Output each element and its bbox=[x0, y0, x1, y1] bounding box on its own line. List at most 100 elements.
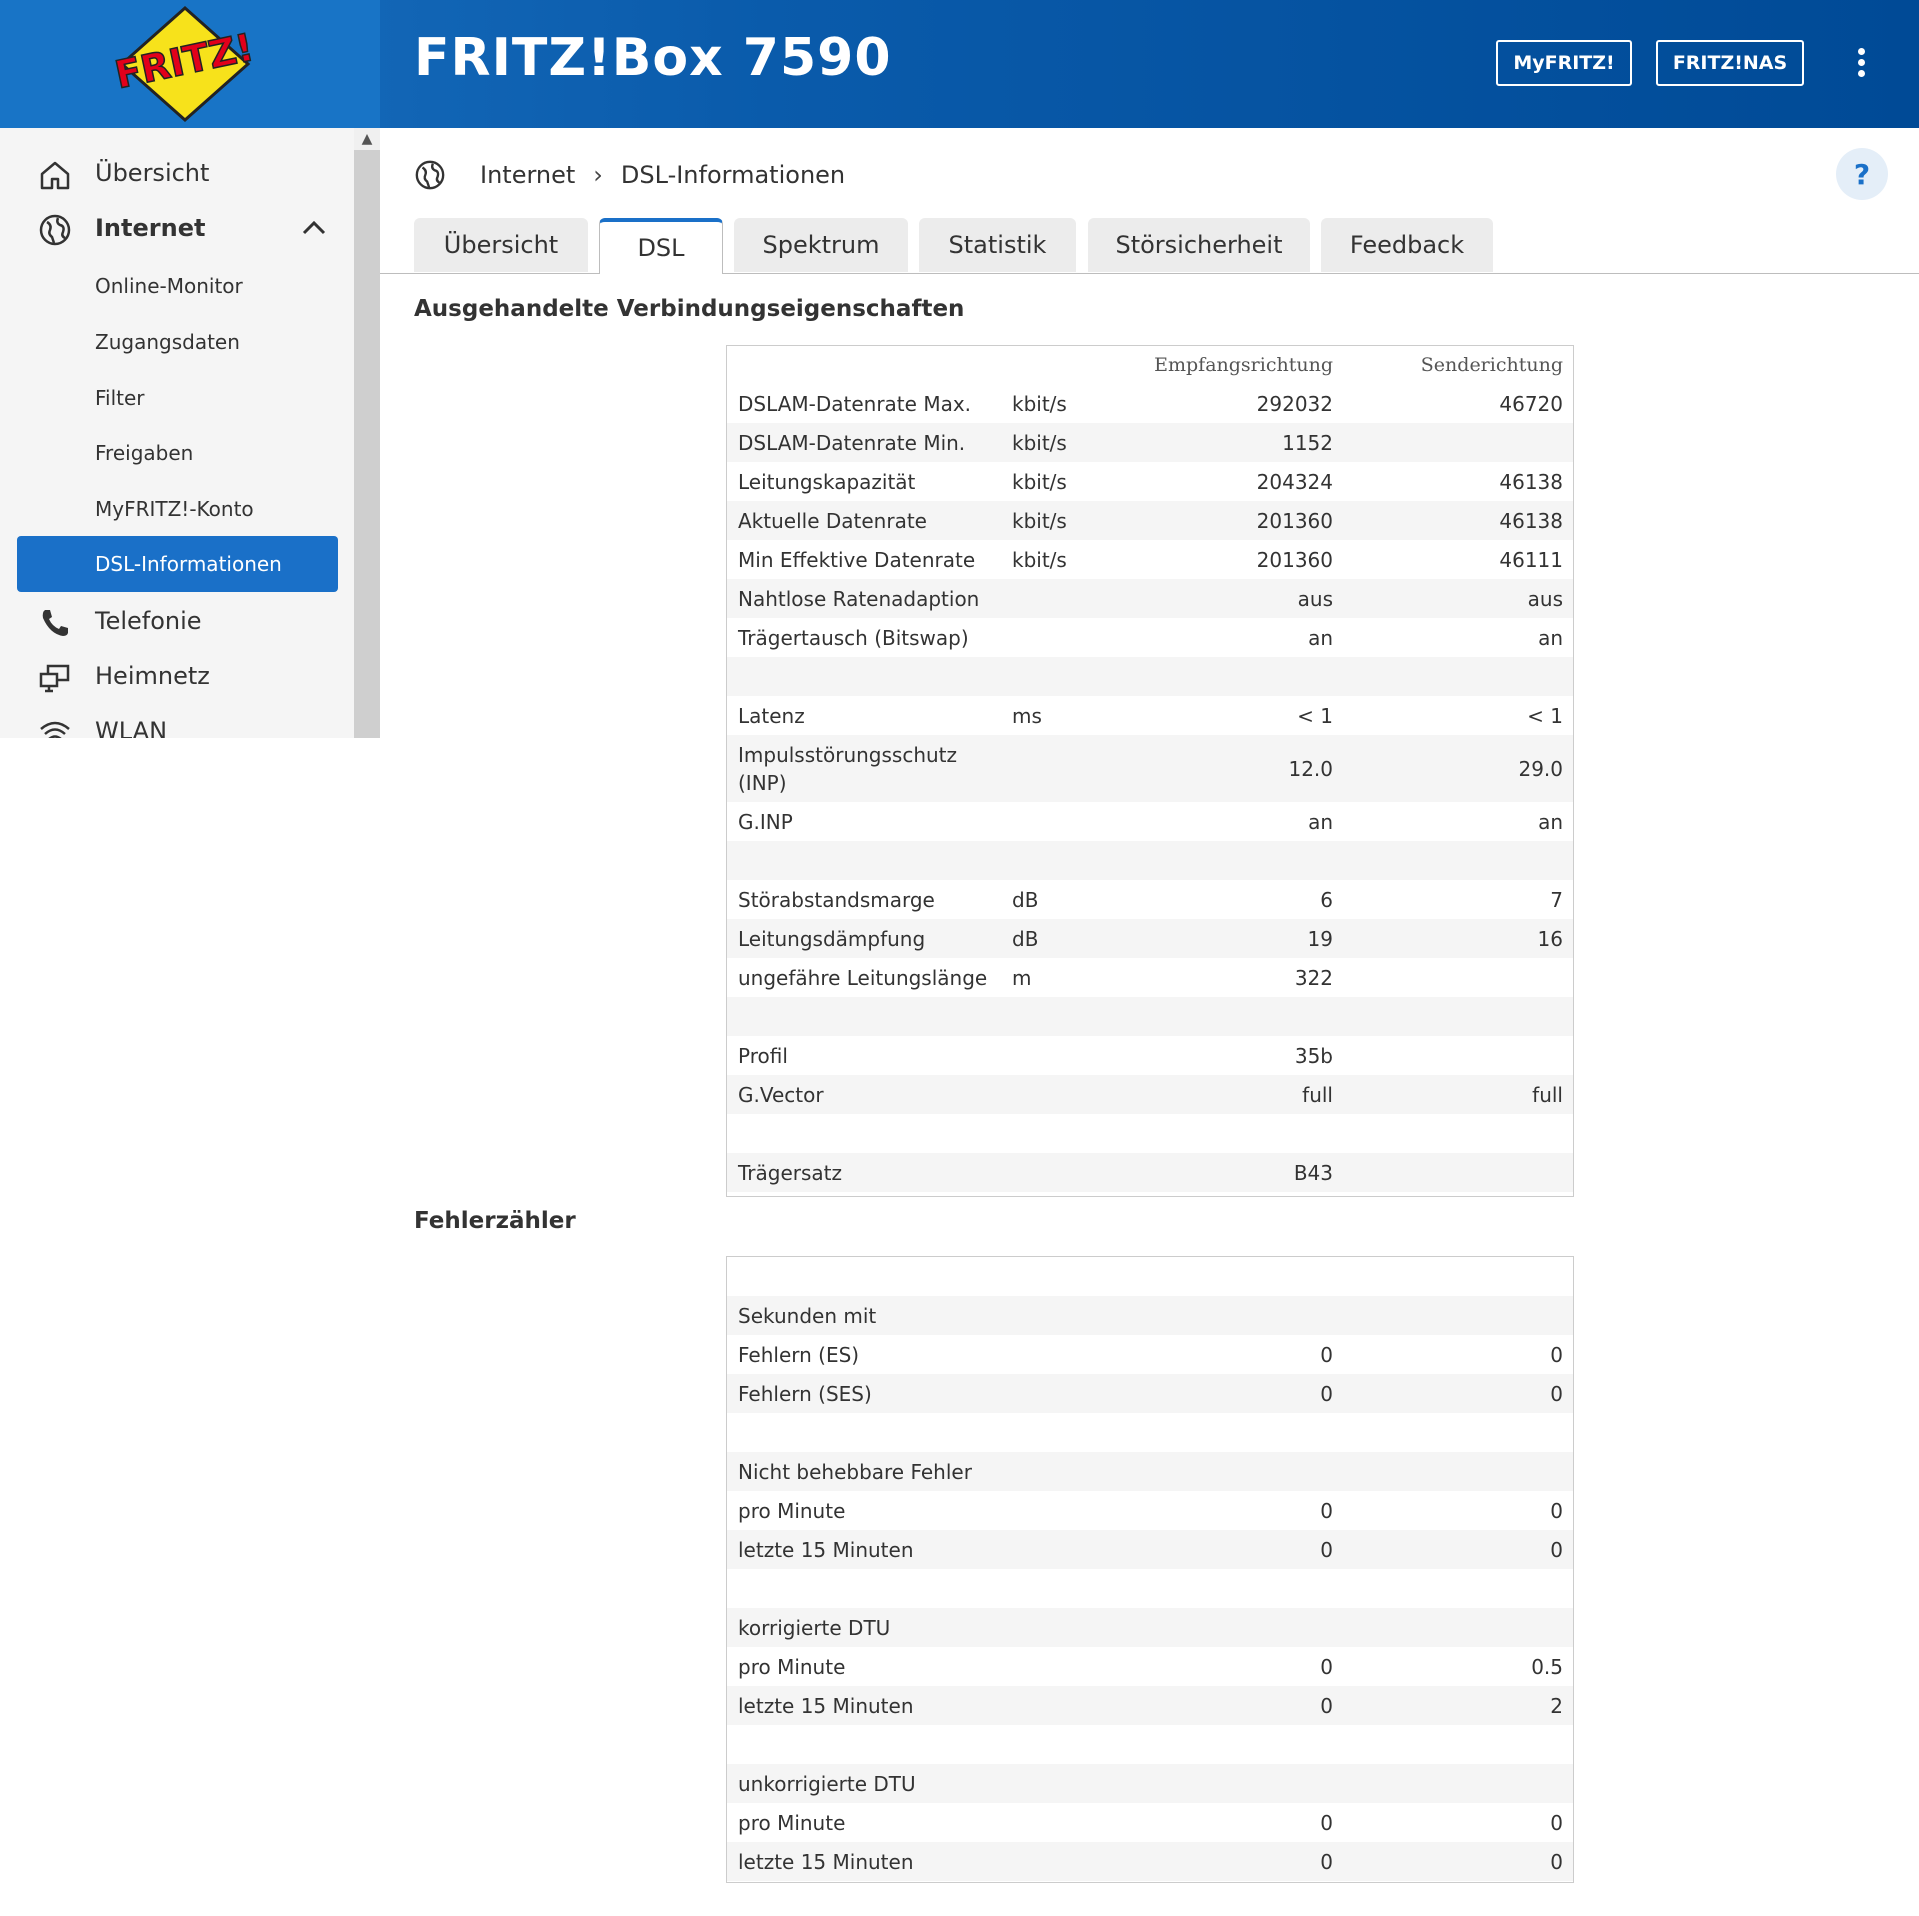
row-label: Nicht behebbare Fehler bbox=[738, 1459, 972, 1484]
tab-dsl[interactable]: DSL bbox=[599, 218, 723, 274]
row-label: Impulsstörungsschutz (INP) bbox=[738, 742, 958, 795]
wifi-icon bbox=[40, 721, 70, 738]
row-label: Leitungsdämpfung bbox=[738, 926, 926, 951]
table-row: Sekunden mit bbox=[727, 1296, 1573, 1335]
tab-uebersicht[interactable]: Übersicht bbox=[414, 218, 588, 272]
sidebar-item-freigaben[interactable]: Freigaben bbox=[17, 425, 338, 481]
sidebar-scrollbar[interactable]: ▲ bbox=[354, 128, 380, 738]
tab-spektrum[interactable]: Spektrum bbox=[734, 218, 908, 272]
row-value-tx: 0 bbox=[1550, 1849, 1563, 1874]
table-row bbox=[727, 841, 1573, 880]
row-label: G.INP bbox=[738, 809, 793, 834]
table-row: korrigierte DTU bbox=[727, 1608, 1573, 1647]
sidebar-item-label: Internet bbox=[95, 214, 206, 242]
row-value-tx: 46111 bbox=[1499, 547, 1563, 572]
table-row bbox=[727, 1413, 1573, 1452]
tab-statistik[interactable]: Statistik bbox=[919, 218, 1076, 272]
row-value-rx: 292032 bbox=[1256, 391, 1333, 416]
sidebar-item-telefonie[interactable]: Telefonie bbox=[0, 594, 340, 648]
breadcrumb-current: DSL-Informationen bbox=[620, 161, 846, 189]
myfritz-button[interactable]: MyFRITZ! bbox=[1496, 40, 1632, 86]
sidebar-item-wlan[interactable]: WLAN bbox=[0, 704, 340, 738]
table-row: G.Vector full full bbox=[727, 1075, 1573, 1114]
sidebar-item-label: Übersicht bbox=[95, 159, 210, 187]
row-label: korrigierte DTU bbox=[738, 1615, 891, 1640]
row-label: Leitungskapazität bbox=[738, 469, 916, 494]
help-button[interactable]: ? bbox=[1836, 148, 1888, 200]
network-icon bbox=[39, 664, 70, 693]
table-row: letzte 15 Minuten 0 0 bbox=[727, 1842, 1573, 1881]
row-value-tx: 29.0 bbox=[1518, 756, 1563, 781]
fritz-logo[interactable]: FRITZ! bbox=[110, 4, 260, 124]
row-value-tx: an bbox=[1538, 809, 1563, 834]
row-label: pro Minute bbox=[738, 1810, 846, 1835]
row-value-tx: 0.5 bbox=[1531, 1654, 1563, 1679]
row-label: Nahtlose Ratenadaption bbox=[738, 586, 980, 611]
logo-area: FRITZ! bbox=[0, 0, 380, 128]
row-label: Fehlern (SES) bbox=[738, 1381, 872, 1406]
sidebar-item-filter[interactable]: Filter bbox=[17, 370, 338, 426]
row-value-tx: an bbox=[1538, 625, 1563, 650]
table-header: Empfangsrichtung Senderichtung bbox=[727, 346, 1573, 384]
table-row: Fehlern (ES) 0 0 bbox=[727, 1335, 1573, 1374]
breadcrumb-root[interactable]: Internet bbox=[480, 161, 575, 189]
table-row: Trägersatz B43 bbox=[727, 1153, 1573, 1192]
breadcrumb: Internet › DSL-Informationen bbox=[414, 155, 845, 195]
row-value-rx: 322 bbox=[1294, 965, 1333, 990]
sidebar-item-label: Heimnetz bbox=[95, 662, 210, 690]
table-row bbox=[727, 1725, 1573, 1764]
kebab-menu-icon[interactable] bbox=[1848, 48, 1874, 78]
phone-icon bbox=[42, 610, 68, 636]
row-label: pro Minute bbox=[738, 1654, 846, 1679]
section-title-errors: Fehlerzähler bbox=[414, 1208, 576, 1234]
table-row: Leitungsdämpfung dB 19 16 bbox=[727, 919, 1573, 958]
sidebar-item-myfritz-konto[interactable]: MyFRITZ!-Konto bbox=[17, 481, 338, 537]
tab-stoersicherheit[interactable]: Störsicherheit bbox=[1088, 218, 1310, 272]
table-row: DSLAM-Datenrate Min. kbit/s 1152 bbox=[727, 423, 1573, 462]
column-header-rx: Empfangsrichtung bbox=[1154, 354, 1333, 376]
sidebar-item-heimnetz[interactable]: Heimnetz bbox=[0, 649, 340, 703]
row-unit: ms bbox=[1012, 703, 1042, 728]
row-label: Störabstandsmarge bbox=[738, 887, 935, 912]
table-row bbox=[727, 1257, 1573, 1296]
row-label: DSLAM-Datenrate Max. bbox=[738, 391, 972, 416]
sidebar-item-internet[interactable]: Internet bbox=[0, 201, 340, 255]
row-value-rx: 0 bbox=[1320, 1537, 1333, 1562]
row-unit: kbit/s bbox=[1012, 469, 1067, 494]
row-value-rx: aus bbox=[1297, 586, 1333, 611]
row-label: letzte 15 Minuten bbox=[738, 1537, 914, 1562]
sidebar-item-uebersicht[interactable]: Übersicht bbox=[0, 146, 340, 200]
row-value-tx: 16 bbox=[1537, 926, 1563, 951]
row-value-tx: 0 bbox=[1550, 1381, 1563, 1406]
row-label: DSLAM-Datenrate Min. bbox=[738, 430, 966, 455]
row-label: unkorrigierte DTU bbox=[738, 1771, 916, 1796]
sidebar-item-online-monitor[interactable]: Online-Monitor bbox=[17, 258, 338, 314]
table-row: Nahtlose Ratenadaption aus aus bbox=[727, 579, 1573, 618]
globe-icon bbox=[415, 160, 445, 190]
row-value-tx: 0 bbox=[1550, 1810, 1563, 1835]
sidebar-item-dsl-informationen[interactable]: DSL-Informationen bbox=[17, 536, 338, 592]
row-unit: kbit/s bbox=[1012, 508, 1067, 533]
row-value-tx: 7 bbox=[1550, 887, 1563, 912]
globe-icon bbox=[39, 214, 71, 246]
tab-feedback[interactable]: Feedback bbox=[1321, 218, 1493, 272]
row-value-rx: 0 bbox=[1320, 1498, 1333, 1523]
row-value-rx: 35b bbox=[1294, 1043, 1333, 1068]
sidebar-item-zugangsdaten[interactable]: Zugangsdaten bbox=[17, 314, 338, 370]
top-header: FRITZ! FRITZ!Box 7590 MyFRITZ! FRITZ!NAS bbox=[0, 0, 1919, 128]
table-row bbox=[727, 997, 1573, 1036]
row-value-rx: 19 bbox=[1307, 926, 1333, 951]
row-value-rx: an bbox=[1308, 625, 1333, 650]
table-row: unkorrigierte DTU bbox=[727, 1764, 1573, 1803]
table-row bbox=[727, 1569, 1573, 1608]
chevron-up-icon[interactable] bbox=[302, 219, 326, 235]
fritznas-button[interactable]: FRITZ!NAS bbox=[1656, 40, 1804, 86]
row-unit: m bbox=[1012, 965, 1032, 990]
row-value-tx: 46138 bbox=[1499, 508, 1563, 533]
scroll-up-arrow-icon[interactable]: ▲ bbox=[354, 128, 380, 150]
product-title: FRITZ!Box 7590 bbox=[414, 28, 892, 88]
table-row: Störabstandsmarge dB 6 7 bbox=[727, 880, 1573, 919]
table-row: pro Minute 0 0 bbox=[727, 1491, 1573, 1530]
row-value-rx: 0 bbox=[1320, 1342, 1333, 1367]
sidebar-item-label: Telefonie bbox=[95, 607, 202, 635]
